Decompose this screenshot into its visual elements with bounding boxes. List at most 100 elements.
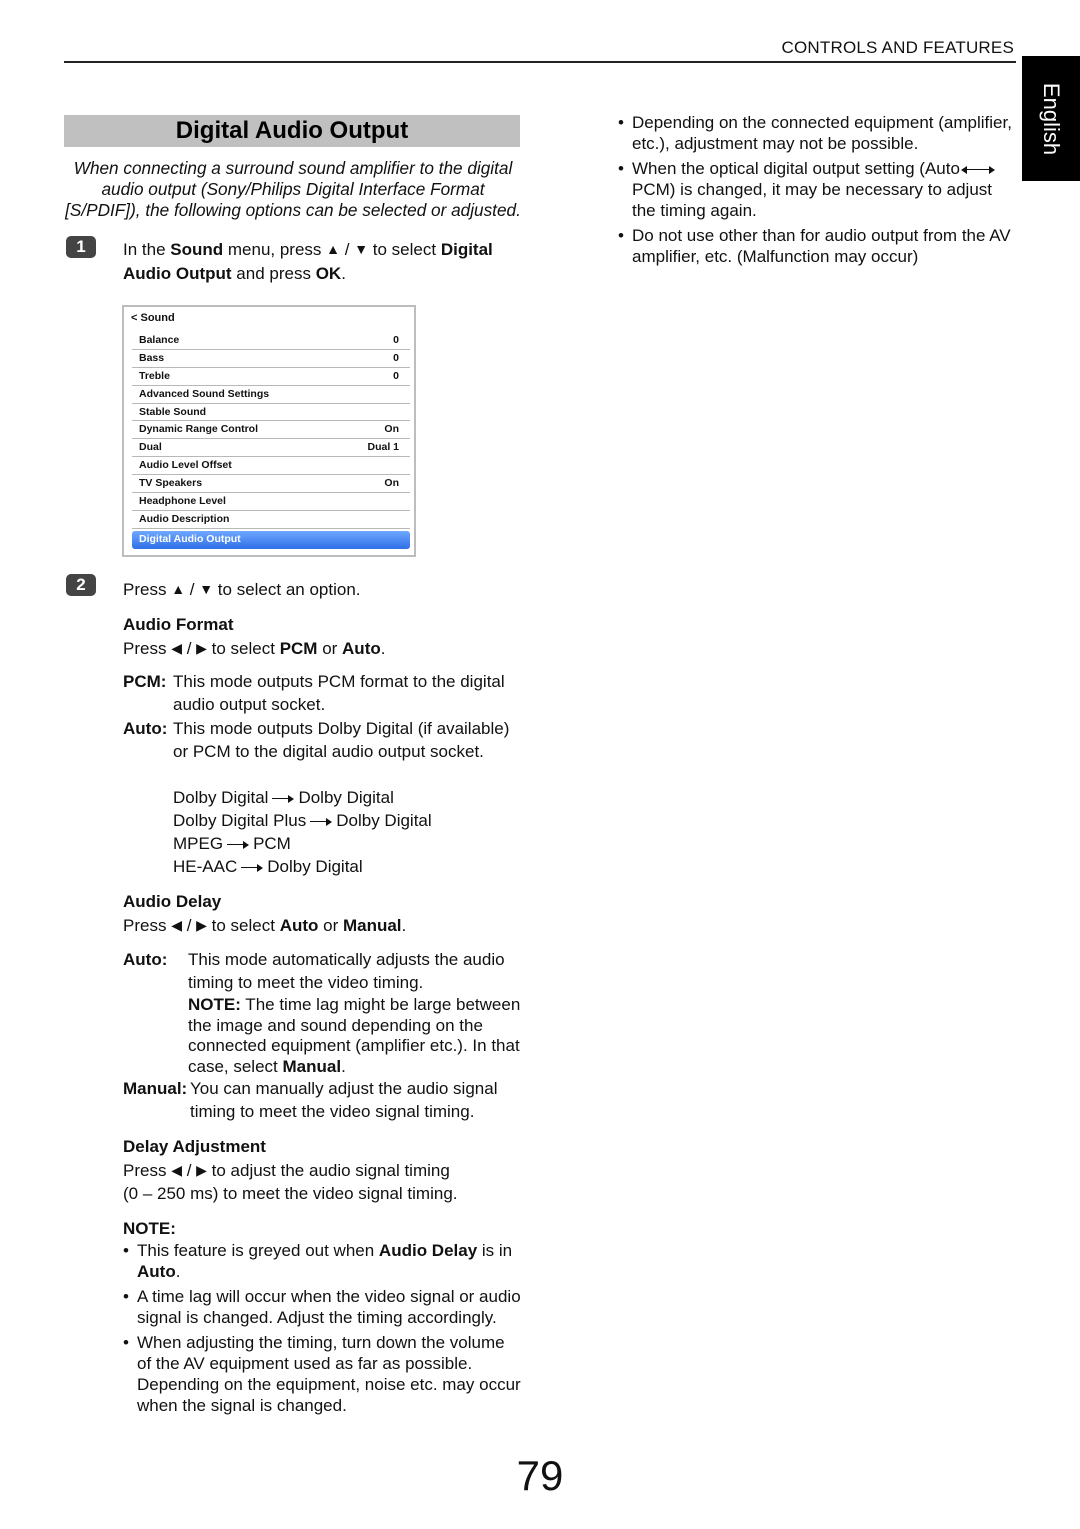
note-list: This feature is greyed out when Audio De…	[123, 1240, 523, 1420]
sound-menu-panel: < Sound Balance 0 Bass 0 Treble 0 Advanced Sou…	[122, 305, 416, 557]
text: to select	[206, 639, 280, 658]
text: .	[341, 264, 346, 283]
down-arrow-icon: ▼	[354, 241, 369, 257]
auto-delay-description: This mode automatically adjusts the audi…	[188, 950, 505, 992]
audio-format-instruction: Press ◀ / ▶ to select PCM or Auto.	[123, 637, 385, 661]
left-arrow-icon: ◀	[171, 640, 182, 656]
text: to select	[368, 240, 441, 259]
up-arrow-icon: ▲	[171, 581, 186, 597]
menu-item-balance[interactable]: Balance 0	[132, 332, 410, 350]
language-tab: English	[1022, 56, 1080, 181]
text: When the optical digital output setting …	[632, 159, 960, 178]
menu-item-label: Advanced Sound Settings	[139, 387, 270, 400]
conversion-target: Dolby Digital	[267, 857, 363, 876]
text: .	[341, 1057, 346, 1077]
right-column-notes: Depending on the connected equipment (am…	[618, 112, 1018, 271]
menu-item-label: Bass	[139, 351, 165, 364]
pcm-label: PCM:	[123, 672, 167, 691]
menu-item-label: TV Speakers	[139, 477, 203, 490]
menu-item-value: On	[384, 423, 399, 436]
menu-item-label: Stable Sound	[139, 405, 207, 418]
menu-item-tv-speakers[interactable]: TV Speakers On	[132, 475, 410, 494]
conversion-source: Dolby Digital Plus	[173, 811, 307, 830]
text: /	[185, 580, 200, 599]
menu-item-value: 0	[393, 351, 399, 364]
text: In the	[123, 240, 171, 259]
delay-adjustment-instruction: Press ◀ / ▶ to adjust the audio signal t…	[123, 1159, 450, 1183]
text: to adjust the audio signal timing	[206, 1161, 450, 1180]
intro-paragraph: When connecting a surround sound amplifi…	[65, 158, 521, 220]
delay-adjustment-heading: Delay Adjustment	[123, 1137, 266, 1156]
menu-item-value: On	[384, 477, 399, 490]
right-arrow-icon	[272, 794, 295, 804]
conversion-list: Dolby Digital Dolby Digital Dolby Digital …	[173, 786, 432, 878]
conversion-item: HE-AAC Dolby Digital	[173, 855, 432, 878]
auto-delay-label: Auto:	[123, 950, 168, 969]
menu-item-label: Treble	[139, 369, 170, 382]
menu-item-digital-audio-output[interactable]: Digital Audio Output	[132, 530, 410, 549]
menu-item-dynamic-range-control[interactable]: Dynamic Range Control On	[132, 421, 410, 440]
text: Press	[123, 580, 172, 599]
sound-menu-list: Balance 0 Bass 0 Treble 0 Advanced Sound Setti…	[132, 332, 410, 549]
menu-item-value: Dual 1	[367, 441, 399, 454]
menu-item-headphone-level[interactable]: Headphone Level	[132, 493, 410, 511]
text: PCM) is changed, it may be necessary to …	[632, 180, 992, 220]
manual-ref: Manual	[342, 916, 402, 935]
down-arrow-icon: ▼	[199, 581, 214, 597]
text: is in	[477, 1241, 513, 1260]
conversion-item: Dolby Digital Plus Dolby Digital	[173, 809, 432, 832]
note-item: A time lag will occur when the video sig…	[123, 1286, 523, 1328]
right-arrow-icon	[227, 840, 250, 850]
menu-item-advanced-sound-settings[interactable]: Advanced Sound Settings	[132, 386, 410, 404]
menu-item-audio-description[interactable]: Audio Description	[132, 511, 410, 529]
right-note-item: Do not use other than for audio output f…	[618, 225, 1018, 267]
menu-item-value: 0	[393, 369, 399, 382]
pcm-ref: PCM	[279, 639, 318, 658]
page-title: Digital Audio Output	[64, 115, 520, 147]
text: .	[380, 639, 386, 658]
conversion-item: MPEG PCM	[173, 832, 432, 855]
double-arrow-icon	[960, 165, 995, 175]
menu-item-value: 0	[393, 334, 399, 346]
menu-item-label: Audio Description	[139, 512, 230, 525]
manual-delay-description: You can manually adjust the audio signal…	[190, 1079, 498, 1121]
step-2-text: Press ▲ / ▼ to select an option.	[123, 578, 361, 602]
text: to select	[206, 916, 280, 935]
note-item: This feature is greyed out when Audio De…	[123, 1240, 523, 1282]
menu-item-audio-level-offset[interactable]: Audio Level Offset	[132, 457, 410, 476]
manual-delay-label: Manual:	[123, 1079, 188, 1098]
conversion-target: Dolby Digital	[336, 811, 432, 830]
menu-item-label: Dynamic Range Control	[139, 423, 259, 436]
conversion-source: HE-AAC	[173, 857, 238, 876]
text: /	[181, 639, 197, 658]
left-arrow-icon: ◀	[171, 1162, 182, 1178]
text: /	[181, 916, 197, 935]
menu-item-treble[interactable]: Treble 0	[132, 368, 410, 386]
manual-ref: Manual	[282, 1057, 342, 1077]
auto-ref: Auto	[137, 1262, 176, 1281]
right-arrow-icon: ▶	[196, 1162, 207, 1178]
page-number: 79	[516, 1452, 564, 1499]
auto-delay-note: NOTE: The time lag might be large betwee…	[188, 995, 523, 1078]
auto-format-label: Auto:	[123, 719, 168, 738]
up-arrow-icon: ▲	[326, 241, 341, 257]
step-1-text: In the Sound menu, press ▲ / ▼ to select…	[123, 238, 523, 285]
right-note-item: Depending on the connected equipment (am…	[618, 112, 1018, 154]
menu-item-bass[interactable]: Bass 0	[132, 350, 410, 368]
menu-item-stable-sound[interactable]: Stable Sound	[132, 404, 410, 422]
right-arrow-icon: ▶	[196, 640, 207, 656]
ok-button-ref: OK	[315, 264, 342, 283]
conversion-source: Dolby Digital	[173, 788, 269, 807]
right-arrow-icon	[310, 817, 333, 827]
auto-ref: Auto	[342, 639, 381, 658]
menu-item-dual[interactable]: Dual Dual 1	[132, 439, 410, 458]
menu-item-label: Balance	[139, 334, 180, 346]
step-2-badge: 2	[66, 574, 96, 596]
conversion-item: Dolby Digital Dolby Digital	[173, 786, 432, 809]
menu-item-label: Dual	[139, 441, 162, 454]
sound-menu-back[interactable]: < Sound	[131, 312, 175, 324]
pcm-description: This mode outputs PCM format to the digi…	[173, 672, 505, 714]
note-item: When adjusting the timing, turn down the…	[123, 1332, 523, 1416]
sound-menu-ref: Sound	[170, 240, 224, 259]
text: .	[401, 916, 407, 935]
